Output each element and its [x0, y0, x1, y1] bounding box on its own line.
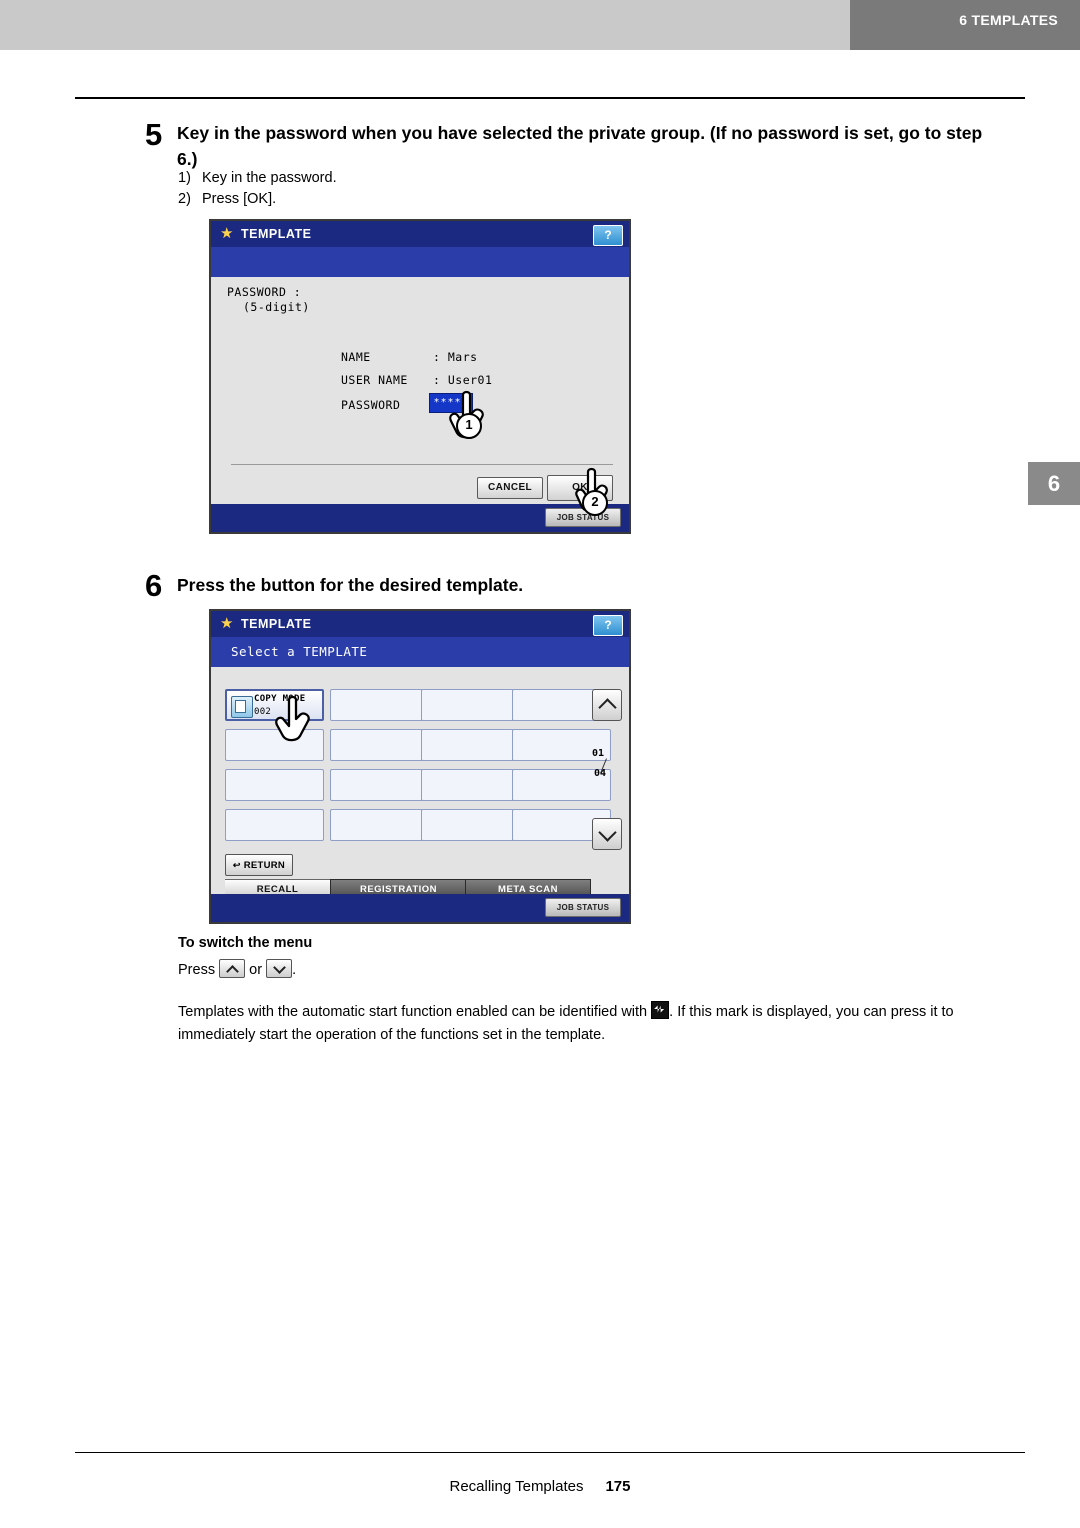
password-prompt-label: PASSWORD :	[227, 285, 302, 299]
return-button[interactable]: ↩ RETURN	[225, 854, 293, 876]
help-icon[interactable]: ?	[593, 225, 623, 246]
substep-1-text: Key in the password.	[202, 170, 337, 186]
step-6-title: Press the button for the desired templat…	[177, 575, 524, 595]
job-status-button-2[interactable]: JOB STATUS	[545, 898, 621, 917]
lcd-password-panel: ★ TEMPLATE ? PASSWORD : (5-digit) NAME :…	[209, 219, 631, 534]
template-button[interactable]	[330, 809, 429, 841]
field-password-label: PASSWORD	[341, 398, 401, 412]
field-username-label: USER NAME	[341, 373, 408, 387]
auto-start-note: Templates with the automatic start funct…	[178, 1001, 1008, 1047]
lcd2-subtitle: Select a TEMPLATE	[231, 644, 368, 659]
callout-1: 1	[456, 413, 482, 439]
period-label: .	[292, 962, 297, 978]
page-current: 01	[592, 748, 605, 759]
page-footer: Recalling Templates 175	[0, 1478, 1080, 1495]
lcd-template-panel: ★ TEMPLATE ? Select a TEMPLATE COPY MODE…	[209, 609, 631, 924]
password-digit-hint: (5-digit)	[243, 300, 310, 314]
template-button[interactable]	[225, 769, 324, 801]
note-line1-after: . If this mark is displayed, you can	[669, 1004, 887, 1020]
step-5-substeps: 1) Key in the password. 2) Press [OK].	[178, 168, 678, 209]
chapter-label: 6 TEMPLATES	[959, 12, 1058, 28]
scroll-up-icon[interactable]	[592, 689, 622, 721]
lcd2-title: TEMPLATE	[241, 617, 312, 631]
template-button[interactable]	[421, 729, 520, 761]
template-button[interactable]	[421, 809, 520, 841]
help-icon-2[interactable]: ?	[593, 615, 623, 636]
hand-pointer-icon-3	[275, 695, 310, 742]
callout-2: 2	[582, 490, 608, 516]
field-name-value: : Mars	[433, 350, 478, 364]
lcd1-divider	[231, 464, 613, 465]
substep-1-number: 1)	[178, 170, 191, 186]
side-chapter-tab: 6	[1028, 462, 1080, 505]
template-button[interactable]	[330, 689, 429, 721]
switch-menu-heading: To switch the menu	[178, 935, 313, 951]
auto-start-mark-icon	[651, 1001, 670, 1019]
substep-2-number: 2)	[178, 190, 191, 207]
template-button[interactable]	[330, 769, 429, 801]
bottom-rule	[75, 1452, 1025, 1453]
page-total: 04	[594, 768, 607, 779]
or-label: or	[249, 962, 263, 978]
template-button[interactable]	[330, 729, 429, 761]
step-6-number: 6	[145, 568, 163, 603]
copy-mode-icon	[231, 696, 253, 718]
note-line1-before: Templates with the automatic start funct…	[178, 1004, 648, 1020]
step-5-number: 5	[145, 117, 163, 152]
lcd1-subbar	[211, 247, 629, 277]
scroll-down-icon[interactable]	[592, 818, 622, 850]
footer-section: Recalling Templates	[449, 1478, 584, 1495]
template-number: 002	[254, 707, 272, 717]
template-button[interactable]	[421, 689, 520, 721]
field-name-label: NAME	[341, 350, 371, 364]
star-icon: ★	[220, 225, 234, 242]
return-label: RETURN	[243, 860, 286, 871]
template-button[interactable]	[225, 809, 324, 841]
star-icon-2: ★	[220, 615, 234, 632]
field-username-value: : User01	[433, 373, 493, 387]
template-button[interactable]	[421, 769, 520, 801]
lcd1-title: TEMPLATE	[241, 227, 312, 241]
down-arrow-icon[interactable]	[266, 959, 293, 978]
up-arrow-icon[interactable]	[219, 959, 246, 978]
footer-page-number: 175	[605, 1478, 631, 1495]
step-5-title: Key in the password when you have select…	[177, 123, 983, 169]
switch-menu-instruction: Press or .	[178, 959, 678, 982]
substep-2-text: Press [OK].	[202, 190, 277, 207]
cancel-button[interactable]: CANCEL	[477, 477, 543, 499]
top-rule	[75, 97, 1025, 99]
press-label: Press	[178, 962, 216, 978]
